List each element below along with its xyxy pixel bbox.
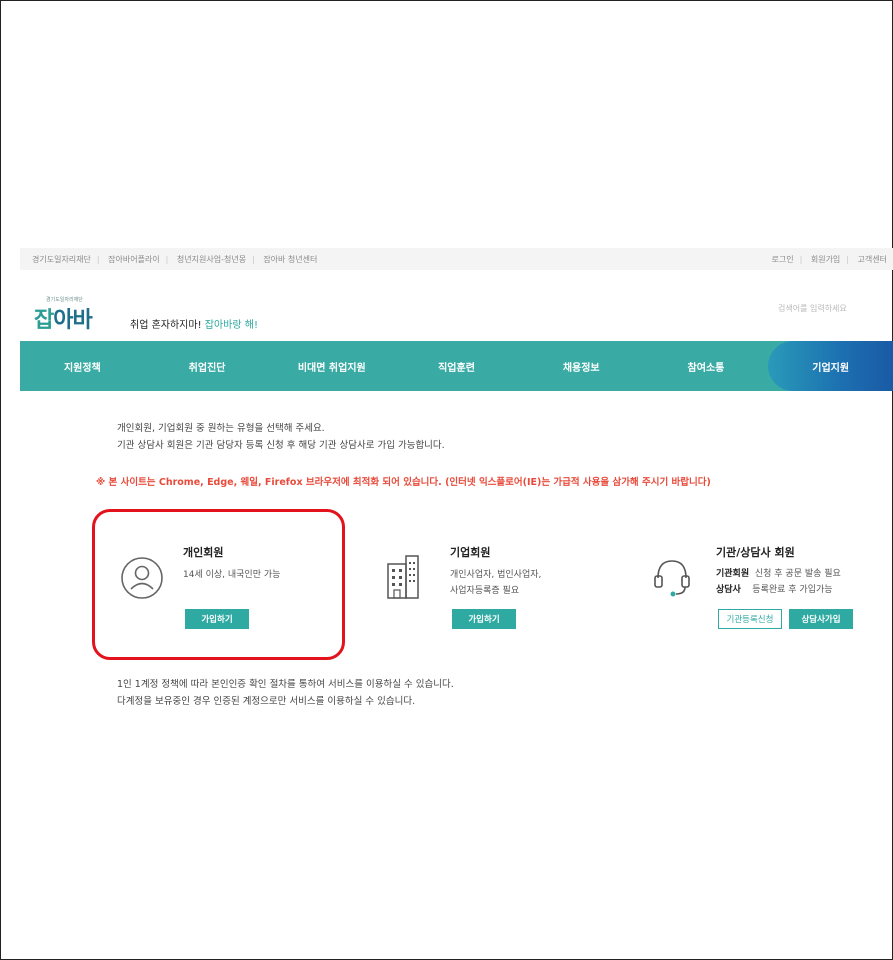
intro-text: 개인회원, 기업회원 중 원하는 유형을 선택해 주세요. 기관 상담사 회원은… <box>117 423 445 451</box>
signup-link[interactable]: 회원가입 <box>811 255 840 264</box>
nav-item-training[interactable]: 직업훈련 <box>394 341 519 391</box>
top-link-foundation[interactable]: 경기도일자리재단 <box>32 255 91 264</box>
top-link-youth-center[interactable]: 잡아바 청년센터 <box>263 255 317 264</box>
agency-register-button[interactable]: 기관등록신청 <box>718 609 782 629</box>
nav-item-diagnosis[interactable]: 취업진단 <box>145 341 270 391</box>
customer-center-link[interactable]: 고객센터 <box>858 255 887 264</box>
nav-item-community[interactable]: 참여소통 <box>644 341 769 391</box>
agency-card-desc: 기관회원 신청 후 공문 발송 필요 상담사 등록완료 후 가입가능 <box>716 569 841 595</box>
counselor-signup-button[interactable]: 상담사가입 <box>789 609 853 629</box>
business-signup-button[interactable]: 가입하기 <box>452 609 516 629</box>
business-card-desc: 개인사업자, 법인사업자, 사업자등록증 필요 <box>450 570 542 596</box>
nav-item-remote-support[interactable]: 비대면 취업지원 <box>269 341 394 391</box>
agency-card-title: 기관/상담사 회원 <box>716 546 795 559</box>
top-utility-bar: 경기도일자리재단 | 잡아바어플라이 | 청년지원사업-청년몽 | 잡아바 청년센터 … <box>20 248 893 270</box>
selection-highlight-box <box>92 509 345 660</box>
site-header: 경기도일자리재단 잡아바 취업 혼자하지마! 잡아바랑 해! <box>20 282 893 340</box>
search-input[interactable] <box>778 296 893 320</box>
main-nav: 지원정책 취업진단 비대면 취업지원 직업훈련 채용정보 참여소통 기업지원 <box>20 341 893 391</box>
nav-item-jobs[interactable]: 채용정보 <box>519 341 644 391</box>
login-link[interactable]: 로그인 <box>772 255 794 264</box>
headset-icon <box>654 560 690 597</box>
account-policy-note: 1인 1계정 정책에 따라 본인인증 확인 절차를 통하여 서비스를 이용하실 … <box>117 679 454 707</box>
nav-item-policy[interactable]: 지원정책 <box>20 341 145 391</box>
top-link-apply[interactable]: 잡아바어플라이 <box>108 255 160 264</box>
browser-notice: ※ 본 사이트는 Chrome, Edge, 웨일, Firefox 브라우저에… <box>96 477 711 488</box>
nav-item-business-support[interactable]: 기업지원 <box>768 341 893 391</box>
building-icon <box>387 555 419 599</box>
logo-wordmark: 잡아바 <box>34 308 93 333</box>
site-slogan: 취업 혼자하지마! 잡아바랑 해! <box>130 320 258 331</box>
business-card-title: 기업회원 <box>450 546 491 559</box>
top-link-youth-support[interactable]: 청년지원사업-청년몽 <box>177 255 246 264</box>
